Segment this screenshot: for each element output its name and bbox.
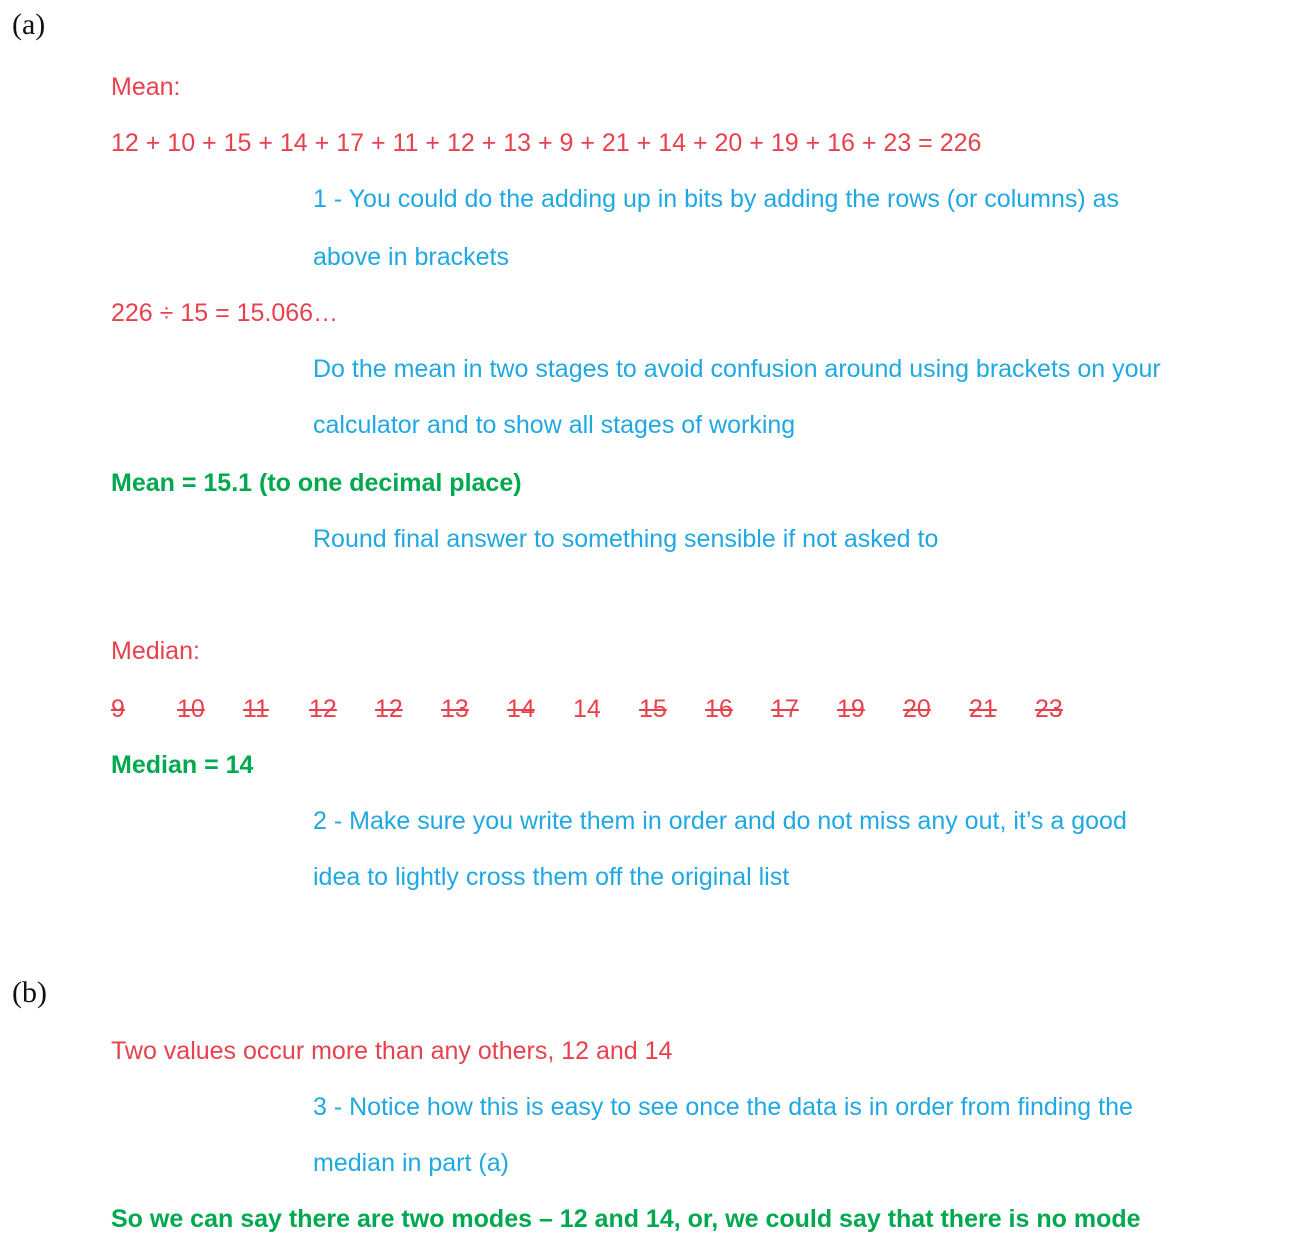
sorted-value-crossed: 12 [375, 695, 403, 723]
sorted-value-crossed: 14 [507, 695, 535, 723]
sorted-value-crossed: 10 [177, 695, 205, 723]
sorted-value-crossed: 9 [111, 695, 125, 723]
part-a-label: (a) [12, 8, 46, 41]
sorted-value-crossed: 21 [969, 695, 997, 723]
note-5-line-2: median in part (a) [313, 1149, 509, 1177]
sorted-value-median: 14 [573, 695, 601, 723]
note-3: Round final answer to something sensible… [313, 525, 939, 553]
note-2-line-2: calculator and to show all stages of wor… [313, 411, 796, 439]
note-1-line-1: 1 - You could do the adding up in bits b… [313, 185, 1120, 213]
median-answer: Median = 14 [111, 751, 254, 779]
note-4-line-2: idea to lightly cross them off the origi… [313, 863, 790, 891]
mean-heading: Mean: [111, 73, 181, 101]
sorted-value-crossed: 23 [1035, 695, 1063, 723]
part-b-label: (b) [12, 976, 47, 1009]
sum-working: 12 + 10 + 15 + 14 + 17 + 11 + 12 + 13 + … [111, 129, 982, 157]
sorted-value-crossed: 16 [705, 695, 733, 723]
mean-answer: Mean = 15.1 (to one decimal place) [111, 469, 522, 497]
mode-answer: So we can say there are two modes – 12 a… [111, 1205, 1141, 1233]
sorted-value-crossed: 17 [771, 695, 799, 723]
sorted-value-crossed: 20 [903, 695, 931, 723]
sorted-value-crossed: 12 [309, 695, 337, 723]
note-4-line-1: 2 - Make sure you write them in order an… [313, 807, 1127, 835]
sorted-value-crossed: 19 [837, 695, 865, 723]
note-2-line-1: Do the mean in two stages to avoid confu… [313, 355, 1161, 383]
note-1-line-2: above in brackets [313, 243, 509, 271]
median-heading: Median: [111, 637, 200, 665]
sorted-value-crossed: 15 [639, 695, 667, 723]
division-working: 226 ÷ 15 = 15.066… [111, 299, 339, 327]
note-5-line-1: 3 - Notice how this is easy to see once … [313, 1093, 1133, 1121]
mode-statement: Two values occur more than any others, 1… [111, 1037, 673, 1065]
sorted-value-crossed: 13 [441, 695, 469, 723]
sorted-value-crossed: 11 [243, 695, 269, 723]
